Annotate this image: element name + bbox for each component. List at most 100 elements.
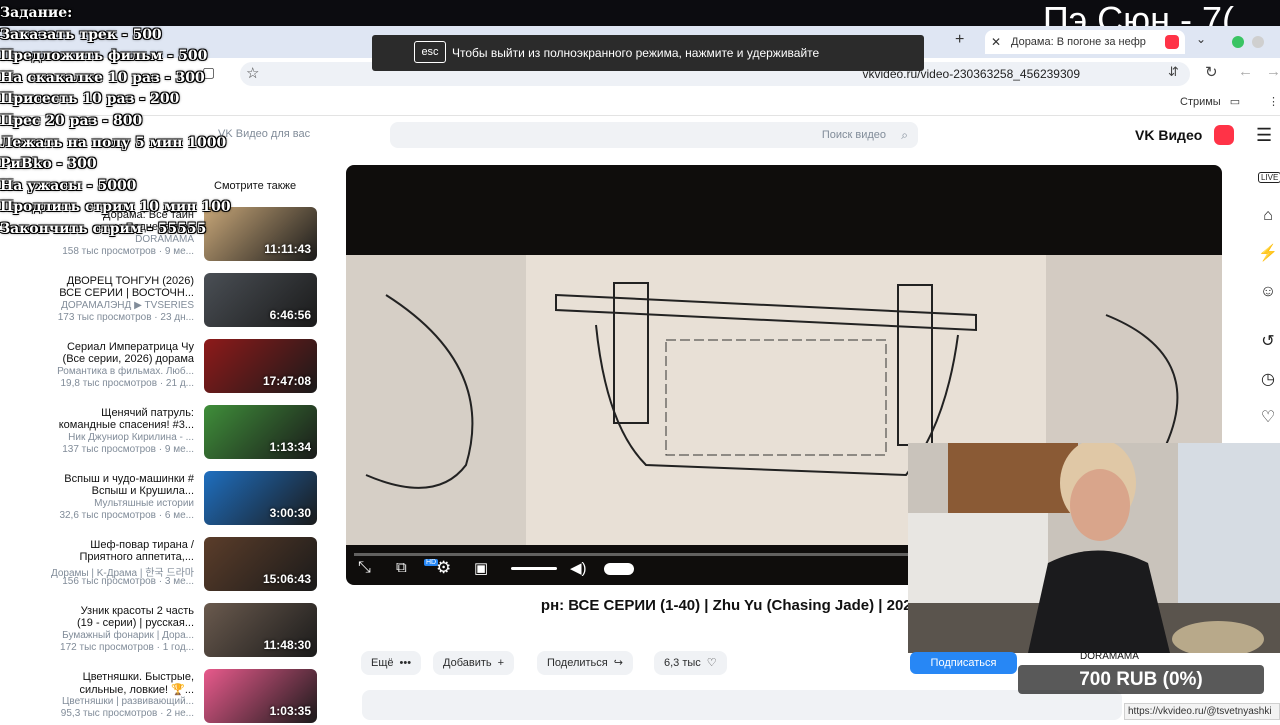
video-channel[interactable]: Мультяшные истории xyxy=(94,498,194,509)
reload-icon[interactable]: ↻ xyxy=(1205,63,1218,81)
recommendation-item[interactable]: 17:47:08 Сериал Императрица Чу (Все серии,… xyxy=(30,339,330,395)
recommendation-item[interactable]: 1:03:35 Цветняшки. Быстрые, сильные, ловки… xyxy=(30,669,330,725)
new-tab-button[interactable]: + xyxy=(955,32,971,48)
settings-gear-icon[interactable]: ⚙ xyxy=(436,558,451,578)
video-title-line2[interactable]: ВСЕ СЕРИИ | ВОСТОЧН... xyxy=(59,287,194,299)
video-thumbnail[interactable]: 17:47:08 xyxy=(204,339,317,393)
pip-icon[interactable]: ⧉ xyxy=(396,559,407,576)
video-title-line2[interactable]: сильные, ловкие! 🏆... xyxy=(79,683,194,696)
fullscreen-icon[interactable]: ⤡ xyxy=(358,559,371,577)
more-dots-icon: ••• xyxy=(399,657,412,669)
video-thumbnail[interactable]: 6:46:56 xyxy=(204,273,317,327)
task-item: PиBko - 300 xyxy=(0,156,97,173)
video-channel[interactable]: Ник Джуниор Кирилина - ... xyxy=(68,432,194,443)
tab-list-chevron-icon[interactable]: ⌄ xyxy=(1196,32,1206,46)
esc-key: esc xyxy=(414,41,446,63)
forward-icon[interactable]: → xyxy=(1266,63,1280,80)
back-icon[interactable]: ← xyxy=(1238,63,1253,80)
star-icon[interactable]: ☆ xyxy=(246,64,259,82)
play-toggle[interactable] xyxy=(604,563,634,575)
more-button[interactable]: ••• Ещё xyxy=(361,651,422,675)
channel-name[interactable]: DORAMAMA xyxy=(1080,651,1139,662)
liked-icon[interactable]: ♡ xyxy=(1258,408,1278,428)
vk-logo-text[interactable]: VK Видео xyxy=(1135,127,1202,143)
window-dot-green[interactable] xyxy=(1232,36,1244,48)
search-placeholder: Поиск видео xyxy=(821,129,886,141)
status-url: https://vkvideo.ru/@tsvetnyashki xyxy=(1124,703,1280,720)
subscribe-button[interactable]: Подписаться xyxy=(910,652,1017,674)
task-item: Предложить фильм - 500 xyxy=(0,48,208,65)
video-title-line2[interactable]: Вспыш и Крушила... xyxy=(92,485,194,497)
task-item: Прес 20 раз - 800 xyxy=(0,112,143,129)
video-title-line1[interactable]: Шеф-повар тирана / xyxy=(90,539,194,551)
live-badge[interactable]: LIVE xyxy=(1258,172,1280,183)
close-tab-icon[interactable]: ✕ xyxy=(991,30,1001,54)
video-title-line1[interactable]: Щенячий патруль: xyxy=(101,407,194,419)
video-title-line2[interactable]: Приятного аппетита,... xyxy=(79,551,194,563)
video-title: рн: ВСЕ СЕРИИ (1-40) | Zhu Yu (Chasing J… xyxy=(540,597,920,614)
video-views: 137 тыс просмотров · 9 ме... xyxy=(62,444,194,455)
video-thumbnail[interactable]: 15:06:43 xyxy=(204,537,317,591)
folder-icon: ▭ xyxy=(1229,96,1241,108)
volume-slider[interactable] xyxy=(511,567,557,570)
recommendation-item[interactable]: 3:00:30 Вспыш и чудо-машинки # Вспыш и Кру… xyxy=(30,471,330,527)
video-title-line1[interactable]: Узник красоты 2 часть xyxy=(81,605,194,617)
trending-icon[interactable]: ⚡ xyxy=(1258,244,1278,264)
video-title-line1[interactable]: Сериал Императрица Чу xyxy=(67,341,194,353)
recommendation-item[interactable]: 1:13:34 Щенячий патруль: командные спасени… xyxy=(30,405,330,461)
video-title-line2[interactable]: командные спасения! #3... xyxy=(59,419,194,431)
tab-active[interactable]: ✕ Дорама: В погоне за нефр xyxy=(985,30,1185,54)
add-label: Добавить xyxy=(443,657,492,669)
vk-logo-icon[interactable] xyxy=(1214,125,1234,145)
video-title-line1[interactable]: Цветняшки. Быстрые, xyxy=(83,671,194,683)
history-icon[interactable]: ↺ xyxy=(1258,332,1278,352)
video-views: 158 тыс просмотров · 9 ме... xyxy=(62,246,194,257)
recommendation-item[interactable]: 6:46:56 ДВОРЕЦ ТОНГУН (2026) ВСЕ СЕРИИ | В… xyxy=(30,273,330,329)
apps-icon[interactable]: ⋮⋮ xyxy=(1268,95,1280,108)
subtitles-icon[interactable]: ▣ xyxy=(474,559,488,577)
menu-icon[interactable]: ☰ xyxy=(1256,125,1272,146)
kitchen-cabinet xyxy=(948,443,1078,513)
video-duration: 6:46:56 xyxy=(269,308,311,322)
add-button[interactable]: + Добавить xyxy=(433,651,515,675)
bookmark-label: Стримы xyxy=(1180,96,1221,108)
video-title-line1[interactable]: Вспыш и чудо-машинки # xyxy=(64,473,194,485)
home-icon[interactable]: ⌂ xyxy=(1258,206,1278,226)
video-channel[interactable]: Романтика в фильмах. Люб... xyxy=(57,366,194,377)
stream-task-list: Задание: Заказать трек - 500 Предложить фи… xyxy=(0,3,231,241)
like-button[interactable]: ♡ 6,3 тыс xyxy=(654,651,727,675)
video-channel[interactable]: ДОРАМАЛЭНД ▶ TVSERIES xyxy=(61,300,194,311)
video-thumbnail[interactable]: 1:13:34 xyxy=(204,405,317,459)
video-channel[interactable]: Цветняшки | развивающий... xyxy=(62,696,194,707)
share-label: Поделиться xyxy=(547,657,608,669)
site-settings-icon[interactable]: ⇵ xyxy=(1168,64,1179,80)
window-dot-gray[interactable] xyxy=(1252,36,1264,48)
video-thumbnail[interactable]: 3:00:30 xyxy=(204,471,317,525)
webcam-overlay xyxy=(908,443,1280,653)
recommendation-item[interactable]: 15:06:43 Шеф-повар тирана / Приятного аппе… xyxy=(30,537,330,593)
bookmark-streams[interactable]: Стримы ▭ xyxy=(1180,95,1240,108)
video-title-line2[interactable]: (Все серии, 2026) дорама xyxy=(63,353,194,365)
kids-icon[interactable]: ☺ xyxy=(1258,282,1278,302)
search-input[interactable]: Поиск видео ⌕ xyxy=(390,122,918,148)
task-item: Закончить стрим - 55555 xyxy=(0,220,207,237)
fullscreen-message: Чтобы выйти из полноэкранного режима, на… xyxy=(452,46,820,60)
vk-favicon-icon xyxy=(1165,35,1179,49)
search-hint: VK Видео для вас xyxy=(218,128,311,140)
video-title-line2[interactable]: (19 - серии) | русская... xyxy=(77,617,194,629)
video-channel[interactable]: Бумажный фонарик | Дора... xyxy=(62,630,194,641)
video-thumbnail[interactable]: 1:03:35 xyxy=(204,669,317,723)
share-icon: ↪ xyxy=(613,657,623,669)
recommendations-list: 11:11:43 Дорама: Все тайн ы Поднебесной DOR… xyxy=(30,165,330,723)
video-title-line1[interactable]: ДВОРЕЦ ТОНГУН (2026) xyxy=(67,275,194,287)
video-views: 172 тыс просмотров · 1 год... xyxy=(60,642,194,653)
video-duration: 17:47:08 xyxy=(262,374,311,388)
video-duration: 1:03:35 xyxy=(269,704,311,718)
volume-icon[interactable]: ◀) xyxy=(570,559,587,577)
share-button[interactable]: ↪ Поделиться xyxy=(537,651,633,675)
heart-icon: ♡ xyxy=(706,657,717,669)
recommendation-item[interactable]: 11:48:30 Узник красоты 2 часть (19 - серии… xyxy=(30,603,330,659)
task-item: На скакалке 10 раз - 300 xyxy=(0,69,205,86)
video-thumbnail[interactable]: 11:48:30 xyxy=(204,603,317,657)
watch-later-icon[interactable]: ◷ xyxy=(1258,370,1278,390)
